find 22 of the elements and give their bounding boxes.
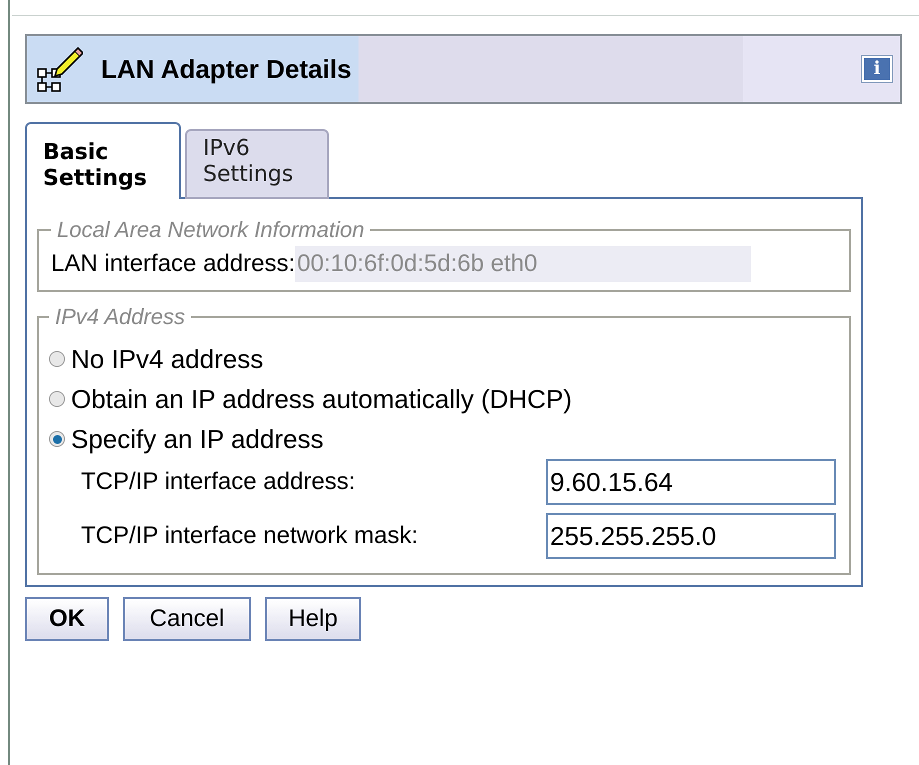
- field-label: TCP/IP interface network mask:: [81, 521, 420, 551]
- field-label: TCP/IP interface address:: [81, 467, 356, 497]
- network-pencil-icon: [35, 46, 83, 94]
- radio-label: Specify an IP address: [71, 422, 324, 456]
- radio-label: Obtain an IP address automatically (DHCP): [71, 382, 572, 416]
- radio-button[interactable]: [49, 351, 65, 367]
- section-legend: IPv4 Address: [49, 300, 192, 333]
- section-legend: Local Area Network Information: [51, 213, 370, 246]
- radio-button[interactable]: [49, 431, 65, 447]
- field-label: LAN interface address:: [51, 249, 296, 279]
- input-field[interactable]: 9.60.15.64: [546, 459, 836, 505]
- radio-button[interactable]: [49, 391, 65, 407]
- dialog-button[interactable]: OK: [25, 597, 109, 641]
- dialog-button[interactable]: Help: [265, 597, 361, 641]
- info-button[interactable]: i: [862, 56, 892, 82]
- radio-label: No IPv4 address: [71, 342, 264, 376]
- tab[interactable]: Basic Settings: [25, 122, 181, 199]
- tab[interactable]: IPv6 Settings: [185, 129, 329, 199]
- input-field[interactable]: 255.255.255.0: [546, 513, 836, 559]
- dialog-button[interactable]: Cancel: [123, 597, 251, 641]
- readonly-value: 00:10:6f:0d:5d:6b eth0: [295, 246, 752, 282]
- panel-title: LAN Adapter Details: [101, 52, 352, 86]
